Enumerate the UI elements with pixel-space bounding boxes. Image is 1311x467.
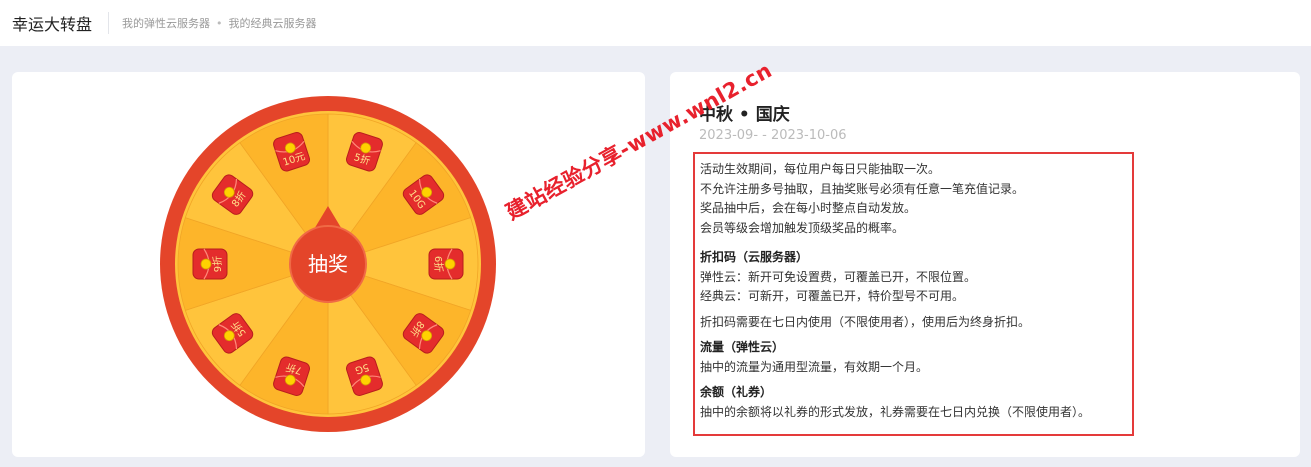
breadcrumb-elastic-servers[interactable]: 我的弹性云服务器 [122,15,210,31]
coin-icon [444,258,456,270]
wheel-panel: 5折 10G 6折 8折 5G 7折 5折 9折 8折 10元 抽奖 [12,72,645,457]
rule-line: 会员等级会增加触发顶级奖品的概率。 [700,220,905,235]
discount-line: 经典云：可新开，可覆盖已开，特价型号不可用。 [700,289,965,303]
breadcrumb-separator: • [216,16,223,30]
traffic-heading: 流量（弹性云） [700,340,785,354]
event-date-range: 2023-09- - 2023-10-06 [699,128,847,143]
balance-line: 抽中的余额将以礼券的形式发放，礼券需要在七日内兑换（不限使用者）。 [700,404,1091,419]
draw-button-label: 抽奖 [308,252,348,276]
prize-label: 9折 [211,256,224,272]
coin-icon [200,258,212,270]
event-panel: 中秋 • 国庆 2023-09- - 2023-10-06 活动生效期间，每位用… [670,72,1300,457]
rules-box: 活动生效期间，每位用户每日只能抽取一次。 不允许注册多号抽取，且抽奖账号必须有任… [693,152,1134,436]
discount-heading: 折扣码（云服务器） [700,250,809,264]
prize-envelope: 9折 [192,248,228,280]
prize-envelope: 6折 [428,248,464,280]
lucky-wheel: 5折 10G 6折 8折 5G 7折 5折 9折 8折 10元 抽奖 [160,96,496,432]
discount-note: 折扣码需要在七日内使用（不限使用者），使用后为终身折扣。 [700,314,1031,329]
breadcrumb-classic-servers[interactable]: 我的经典云服务器 [229,15,317,31]
title-divider [108,12,110,34]
wheel-graphic: 5折10G6折8折5G7折5折9折8折10元抽奖 [160,96,496,432]
traffic-line: 抽中的流量为通用型流量，有效期一个月。 [700,359,929,374]
rule-line: 不允许注册多号抽取，且抽奖账号必须有任意一笔充值记录。 [700,181,1025,196]
balance-heading: 余额（礼券） [700,385,773,399]
top-bar: 幸运大转盘 我的弹性云服务器 • 我的经典云服务器 [0,0,1311,46]
rule-line: 活动生效期间，每位用户每日只能抽取一次。 [700,162,941,176]
rule-line: 奖品抽中后，会在每小时整点自动发放。 [700,201,917,215]
prize-label: 6折 [432,256,445,272]
page-title: 幸运大转盘 [12,15,93,34]
discount-line: 弹性云：新开可免设置费，可覆盖已开，不限位置。 [700,269,977,284]
